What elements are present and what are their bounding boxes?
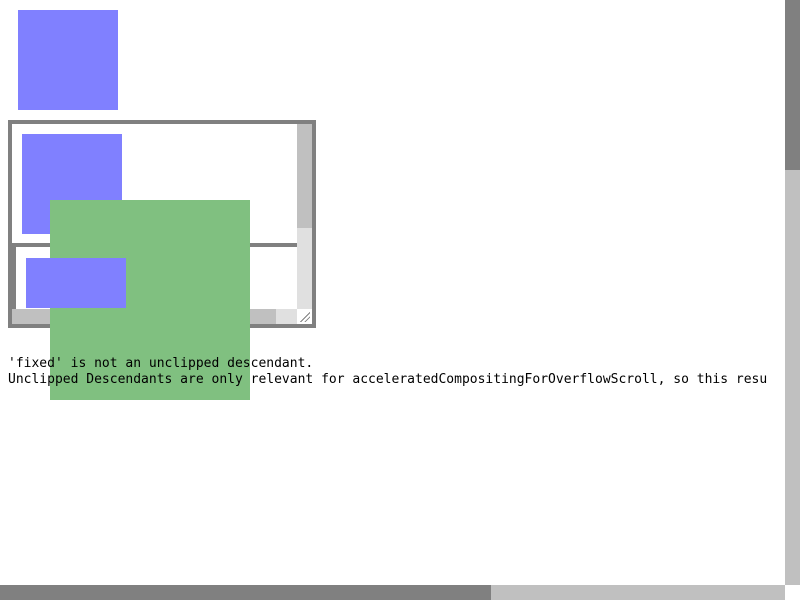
page-vertical-scrollbar-thumb[interactable] [785, 0, 800, 170]
inner-vertical-scrollbar-thumb[interactable] [297, 124, 312, 228]
description-line-2: Unclipped Descendants are only relevant … [8, 372, 768, 387]
inner-blue-box [26, 258, 126, 308]
resize-handle-icon[interactable] [297, 309, 312, 324]
description-line-1: 'fixed' is not an unclipped descendant. [8, 356, 314, 371]
page-horizontal-scrollbar-thumb[interactable] [0, 585, 491, 600]
fixed-blue-box-top [18, 10, 118, 110]
